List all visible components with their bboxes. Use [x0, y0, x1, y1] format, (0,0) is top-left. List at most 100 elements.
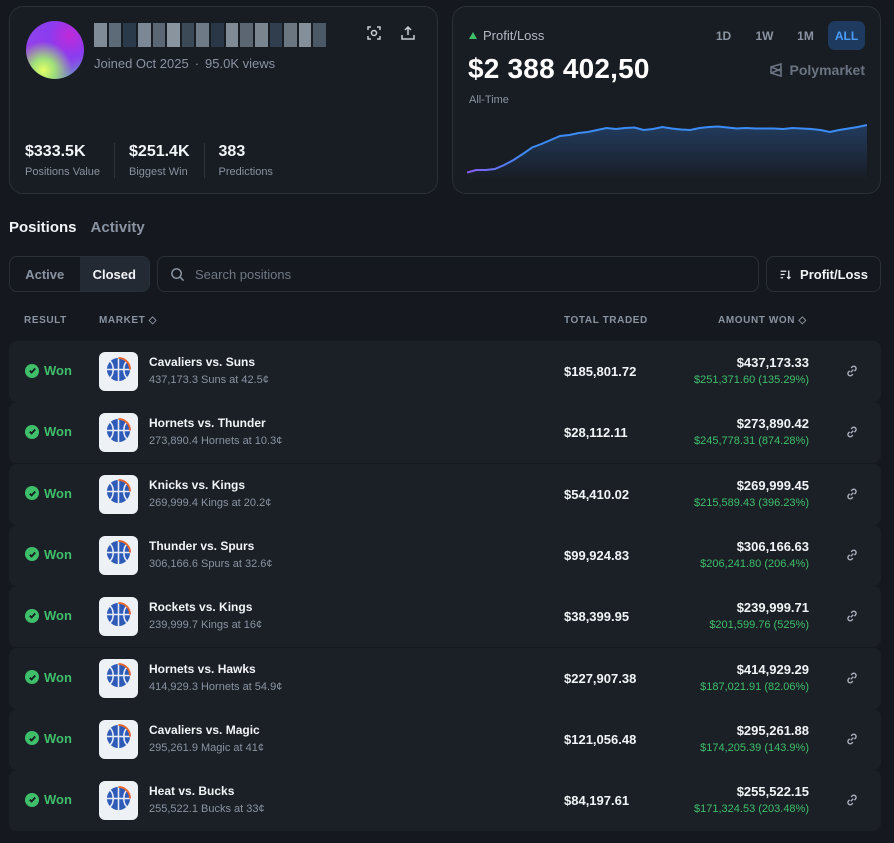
profit-value: $251,371.60 (135.29%) [694, 374, 809, 386]
market-position: 273,890.4 Hornets at 10.3¢ [149, 435, 283, 448]
market-position: 437,173.3 Suns at 42.5¢ [149, 374, 269, 386]
tab-activity[interactable]: Activity [91, 219, 145, 236]
table-row[interactable]: Won Heat vs. Bucks 255,522.1 Bucks at 33¢ $… [9, 770, 881, 832]
total-traded: $185,801.72 [564, 364, 637, 379]
result-label: Won [44, 424, 72, 440]
range-selector: 1D 1W 1M ALL [705, 21, 865, 50]
check-circle-icon [25, 547, 39, 562]
amount-won: $437,173.33 $251,371.60 (135.29%) [694, 355, 809, 386]
table-row[interactable]: Won Thunder vs. Spurs 306,166.6 Spurs at 3… [9, 524, 881, 586]
market-thumbnail[interactable] [99, 781, 138, 821]
scan-icon[interactable] [366, 25, 386, 45]
table-row[interactable]: Won Hornets vs. Thunder 273,890.4 Hornets … [9, 402, 881, 464]
filter-active[interactable]: Active [10, 257, 80, 291]
table-row[interactable]: Won Cavaliers vs. Magic 295,261.9 Magic at… [9, 708, 881, 770]
result-label: Won [44, 608, 72, 624]
market-title[interactable]: Knicks vs. Kings [149, 478, 271, 492]
avatar[interactable] [26, 21, 84, 79]
pnl-period: All-Time [469, 94, 509, 106]
link-icon[interactable] [845, 364, 859, 378]
range-1m[interactable]: 1M [787, 21, 824, 50]
table-row[interactable]: Won Knicks vs. Kings 269,999.4 Kings at 20… [9, 463, 881, 525]
link-icon[interactable] [845, 609, 859, 623]
market-thumbnail[interactable] [99, 535, 138, 575]
amount-won-value: $295,261.88 [736, 722, 809, 738]
market-info[interactable]: Rockets vs. Kings 239,999.7 Kings at 16¢ [149, 600, 262, 631]
search-input[interactable] [195, 266, 735, 282]
market-title[interactable]: Hornets vs. Hawks [149, 662, 282, 676]
market-thumbnail[interactable] [99, 658, 138, 698]
stat-predictions: 383 Predictions [219, 143, 287, 178]
market-thumbnail[interactable] [99, 719, 138, 759]
header-total-traded: TOTAL TRADED [564, 315, 648, 326]
market-info[interactable]: Thunder vs. Spurs 306,166.6 Spurs at 32.6… [149, 539, 273, 570]
market-info[interactable]: Hornets vs. Thunder 273,890.4 Hornets at … [149, 416, 282, 447]
amount-won: $273,890.42 $245,778.31 (874.28%) [694, 416, 809, 447]
profit-value: $215,589.43 (396.23%) [694, 496, 809, 509]
market-thumbnail[interactable] [99, 413, 138, 453]
profit-value: $206,241.80 (206.4%) [700, 557, 809, 570]
stat-biggest-win: $251.4K Biggest Win [129, 143, 205, 178]
result-label: Won [44, 485, 72, 501]
market-title[interactable]: Hornets vs. Thunder [149, 416, 282, 430]
amount-won: $255,522.15 $171,324.53 (203.48%) [694, 784, 809, 815]
profit-value: $245,778.31 (874.28%) [694, 435, 809, 448]
pnl-chart [467, 124, 867, 181]
market-title[interactable]: Rockets vs. Kings [149, 600, 262, 614]
check-circle-icon [25, 670, 39, 684]
market-info[interactable]: Heat vs. Bucks 255,522.1 Bucks at 33¢ [149, 784, 265, 815]
result-badge: Won [25, 363, 72, 378]
market-title[interactable]: Cavaliers vs. Magic [149, 723, 264, 737]
market-info[interactable]: Cavaliers vs. Suns 437,173.3 Suns at 42.5… [149, 355, 269, 386]
search-box [157, 256, 759, 292]
market-title[interactable]: Cavaliers vs. Suns [149, 355, 269, 369]
range-all[interactable]: ALL [828, 21, 865, 50]
market-title[interactable]: Thunder vs. Spurs [149, 539, 273, 553]
link-icon[interactable] [845, 487, 859, 501]
amount-won: $306,166.63 $206,241.80 (206.4%) [700, 539, 809, 570]
link-icon[interactable] [845, 548, 859, 562]
market-info[interactable]: Hornets vs. Hawks 414,929.3 Hornets at 54… [149, 662, 282, 693]
link-icon[interactable] [845, 425, 859, 439]
basketball-icon [105, 601, 132, 633]
amount-won: $239,999.71 $201,599.76 (525%) [709, 600, 809, 631]
total-traded: $121,056.48 [564, 731, 637, 747]
joined-date: Joined Oct 2025 [94, 56, 189, 71]
market-position: 239,999.7 Kings at 16¢ [149, 619, 263, 632]
market-title[interactable]: Heat vs. Bucks [149, 784, 265, 798]
result-badge: Won [25, 792, 72, 807]
header-result: RESULT [24, 315, 67, 326]
amount-won-value: $306,166.63 [736, 538, 809, 554]
table-row[interactable]: Won Hornets vs. Hawks 414,929.3 Hornets at… [9, 647, 881, 709]
link-icon[interactable] [845, 793, 859, 807]
range-1d[interactable]: 1D [705, 21, 742, 50]
basketball-icon [105, 723, 132, 755]
table-row[interactable]: Won Rockets vs. Kings 239,999.7 Kings at 1… [9, 586, 881, 648]
amount-won: $295,261.88 $174,205.39 (143.9%) [700, 723, 809, 754]
basketball-icon [105, 356, 132, 388]
market-thumbnail[interactable] [99, 597, 138, 637]
result-label: Won [44, 669, 72, 685]
profit-value: $171,324.53 (203.48%) [694, 803, 809, 816]
sort-button[interactable]: Profit/Loss [766, 256, 881, 292]
filter-closed[interactable]: Closed [79, 257, 149, 291]
tab-positions[interactable]: Positions [9, 219, 77, 236]
profile-card: Joined Oct 2025 · 95.0K views $333.5K Posi… [9, 6, 438, 194]
market-info[interactable]: Knicks vs. Kings 269,999.4 Kings at 20.2¢ [149, 478, 271, 509]
check-circle-icon [25, 731, 39, 746]
market-thumbnail[interactable] [99, 474, 138, 514]
header-amount-won[interactable]: AMOUNT WON ◇ [718, 315, 807, 326]
link-icon[interactable] [845, 732, 859, 746]
basketball-icon [105, 539, 132, 571]
pnl-card: Profit/Loss $2 388 402,50 All-Time 1D 1W… [452, 6, 881, 194]
range-1w[interactable]: 1W [746, 21, 783, 50]
share-icon[interactable] [400, 25, 420, 45]
market-thumbnail[interactable] [99, 352, 138, 391]
result-label: Won [44, 546, 72, 562]
table-row[interactable]: Won Cavaliers vs. Suns 437,173.3 Suns at 4… [9, 341, 881, 402]
link-icon[interactable] [845, 671, 859, 685]
header-market[interactable]: MARKET ◇ [99, 315, 157, 326]
market-info[interactable]: Cavaliers vs. Magic 295,261.9 Magic at 41… [149, 723, 264, 754]
up-triangle-icon [469, 32, 477, 39]
polymarket-brand: Polymarket [768, 62, 865, 78]
